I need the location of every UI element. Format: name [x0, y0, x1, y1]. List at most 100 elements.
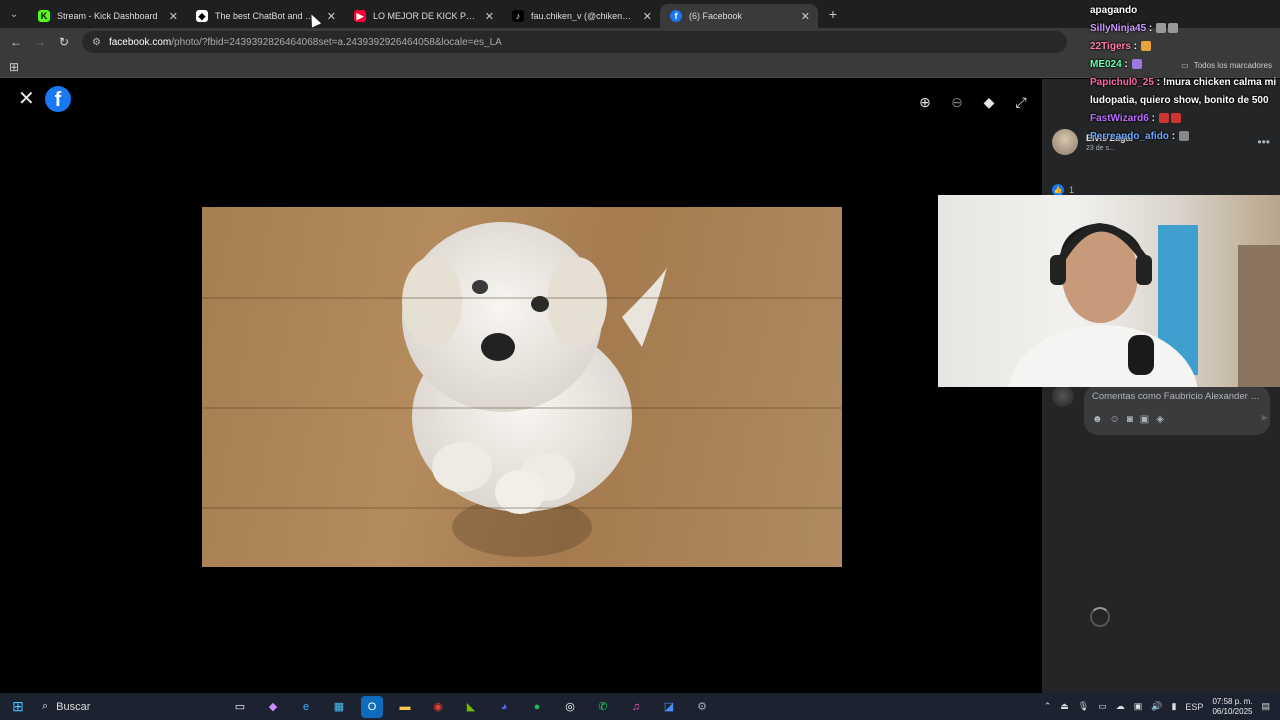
tag-icon[interactable]: ◆ — [980, 93, 998, 111]
tab-facebook[interactable]: f (6) Facebook ✕ — [660, 4, 818, 28]
comment-placeholder: Comentas como Faubricio Alexander L... — [1092, 391, 1262, 402]
facebook-logo[interactable]: f — [45, 86, 71, 112]
file-explorer-icon[interactable]: ▬ — [394, 696, 416, 718]
tab-label: Stream - Kick Dashboard — [57, 11, 158, 21]
language-indicator[interactable]: ESP — [1185, 702, 1203, 712]
fullscreen-icon[interactable]: ⤢ — [1012, 93, 1030, 111]
steam-icon[interactable]: ⚙ — [691, 696, 713, 718]
back-icon[interactable]: ← — [4, 30, 28, 54]
webcam-overlay — [938, 195, 1280, 387]
tab-kick-dashboard[interactable]: K Stream - Kick Dashboard ✕ — [28, 4, 186, 28]
gif-icon[interactable]: ▣ — [1140, 414, 1149, 425]
close-tab-icon[interactable]: ✕ — [485, 10, 494, 23]
spotify-icon[interactable]: ● — [526, 696, 548, 718]
forward-icon[interactable]: → — [28, 30, 52, 54]
tab-chatbot[interactable]: ◆ The best ChatBot and Widgets ✕ — [186, 4, 344, 28]
chat-message: SillyNinja45 : — [1090, 20, 1278, 38]
url-path: /photo/?fbid=2439392826464068set=a.24393… — [171, 36, 502, 48]
close-tab-icon[interactable]: ✕ — [327, 10, 336, 23]
volume-icon[interactable]: 🔊 — [1151, 701, 1162, 712]
emote-icon — [1178, 131, 1189, 142]
outlook-icon[interactable]: O — [361, 695, 383, 718]
cloud-icon[interactable]: ☁ — [1116, 701, 1125, 712]
whatsapp-icon[interactable]: ✆ — [592, 696, 614, 718]
taskbar-apps: ▭ ◆ e ▦ O ▬ ◉ ◣ ◕ ● ◎ ✆ ♫ ◪ ⚙ — [229, 695, 713, 718]
url-field[interactable]: ⚙ facebook.com/photo/?fbid=2439392826464… — [82, 31, 1067, 53]
chat-user: Perreando_afido — [1090, 131, 1169, 142]
chat-message: 22Tigers : — [1090, 38, 1278, 56]
tab-youtube[interactable]: ▶ LO MEJOR DE KICK PERÚ #9 | K ✕ — [344, 4, 502, 28]
site-info-icon[interactable]: ⚙ — [92, 37, 101, 48]
usb-icon[interactable]: ⏏ — [1060, 701, 1069, 712]
tab-label: LO MEJOR DE KICK PERÚ #9 | K — [373, 11, 478, 21]
facebook-logo-letter: f — [54, 89, 62, 111]
clock-time: 07:58 p. m. — [1212, 696, 1253, 706]
network-icon[interactable]: ▣ — [1134, 701, 1143, 712]
new-tab-button[interactable]: + — [822, 3, 844, 25]
browser-tab-bar: ⌄ K Stream - Kick Dashboard ✕ ◆ The best… — [0, 0, 1280, 28]
chat-user: SillyNinja45 — [1090, 23, 1147, 34]
task-view-icon[interactable]: ▭ — [229, 696, 251, 718]
store-icon[interactable]: ▦ — [328, 696, 350, 718]
tab-label: (6) Facebook — [689, 11, 743, 21]
apps-grid-icon[interactable]: ⊞ — [9, 61, 21, 73]
discord-icon[interactable]: ◕ — [493, 696, 515, 718]
author-avatar[interactable] — [1052, 129, 1078, 155]
mic-icon[interactable]: 🎙 — [1078, 701, 1089, 712]
emote-icon — [1131, 59, 1142, 70]
avatar-sticker-icon[interactable]: ☻ — [1092, 414, 1103, 425]
copilot-icon[interactable]: ◆ — [262, 696, 284, 718]
chat-message: Papichul0_25 : !mura chicken calma mi lu… — [1090, 77, 1277, 106]
app-icon[interactable]: ◪ — [658, 696, 680, 718]
tray-chevron-icon[interactable]: ⌃ — [1044, 701, 1052, 712]
system-tray: ⌃ ⏏ 🎙 ▭ ☁ ▣ 🔊 ▮ ESP 07:58 p. m. 06/10/20… — [1044, 693, 1270, 720]
emote-icon — [1168, 23, 1179, 34]
zoom-in-icon[interactable]: ⊕ — [916, 93, 934, 111]
close-icon[interactable]: ✕ — [18, 89, 35, 109]
windows-start-icon[interactable]: ⊞ — [0, 698, 36, 715]
zoom-out-icon[interactable]: ⊖ — [948, 93, 966, 111]
clock[interactable]: 07:58 p. m. 06/10/2025 — [1212, 697, 1252, 717]
reload-icon[interactable]: ↻ — [52, 30, 76, 54]
tab-label: fau.chiken_v (@chiken_v.fau) | T — [531, 11, 636, 21]
loading-spinner — [1090, 607, 1110, 627]
comment-tools: ☻ ☺ ◙ ▣ ◈ — [1092, 414, 1262, 425]
comment-input[interactable]: Comentas como Faubricio Alexander L... ☻… — [1084, 385, 1270, 435]
notifications-icon[interactable]: ▤ — [1261, 701, 1270, 712]
viewer-toolbar: ⊕ ⊖ ◆ ⤢ — [916, 93, 1030, 111]
tab-tiktok[interactable]: ♪ fau.chiken_v (@chiken_v.fau) | T ✕ — [502, 4, 660, 28]
chat-user: FastWizard6 — [1090, 113, 1149, 124]
edge-icon[interactable]: e — [295, 696, 317, 718]
photo-viewer: ✕ f ⊕ ⊖ ◆ ⤢ — [0, 79, 1042, 693]
sticker-icon[interactable]: ◈ — [1156, 414, 1164, 425]
chat-user: 22Tigers — [1090, 41, 1131, 52]
obs-icon[interactable]: ◎ — [559, 696, 581, 718]
youtube-icon: ▶ — [354, 10, 366, 22]
display-icon[interactable]: ▭ — [1098, 701, 1107, 712]
close-tab-icon[interactable]: ✕ — [643, 10, 652, 23]
camera-icon[interactable]: ◙ — [1127, 414, 1133, 425]
tab-label: The best ChatBot and Widgets — [215, 11, 320, 21]
bookmarks-bar: ⊞ ▭ Todos los marcadores — [0, 56, 1280, 78]
itunes-icon[interactable]: ♫ — [625, 696, 647, 718]
url-host: facebook.com — [108, 36, 172, 48]
chat-text: apagando — [1090, 5, 1138, 16]
battery-icon[interactable]: ▮ — [1171, 701, 1176, 712]
emote-icon — [1158, 113, 1169, 124]
comment-composer: Comentas como Faubricio Alexander L... ☻… — [1052, 385, 1270, 435]
close-tab-icon[interactable]: ✕ — [801, 10, 810, 23]
send-icon[interactable]: ➤ — [1260, 413, 1268, 424]
streamer-illustration — [1008, 223, 1280, 387]
dog-photo — [202, 207, 842, 567]
close-tab-icon[interactable]: ✕ — [169, 10, 178, 23]
chrome-icon[interactable]: ◉ — [427, 696, 449, 718]
search-label: Buscar — [56, 700, 91, 713]
taskbar-search[interactable]: ⌕ Buscar — [36, 697, 221, 717]
reaction-count: 1 — [1069, 185, 1075, 195]
tab-search-icon[interactable]: ⌄ — [0, 0, 28, 28]
dog-illustration — [402, 222, 667, 557]
emoji-icon[interactable]: ☺ — [1110, 414, 1120, 425]
chat-message: ME024 : — [1090, 56, 1278, 74]
stream-chat-overlay: apagando SillyNinja45 : 22Tigers : ME024… — [1090, 2, 1278, 146]
nvidia-icon[interactable]: ◣ — [460, 696, 482, 718]
